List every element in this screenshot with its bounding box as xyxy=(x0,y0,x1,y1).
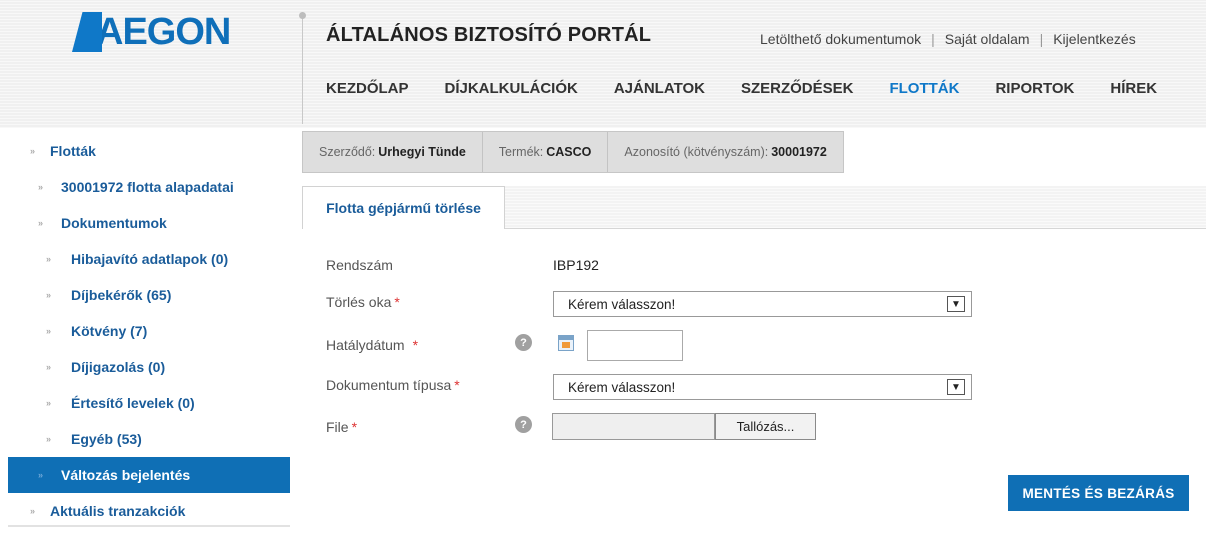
product-label: Termék: xyxy=(498,145,544,159)
required-marker: * xyxy=(412,337,419,353)
sidebar-item-label: 30001972 flotta alapadatai xyxy=(61,179,234,195)
sidebar-item-label: Egyéb (53) xyxy=(71,431,142,447)
sidebar-bottom-divider xyxy=(8,525,290,527)
double-chevron-right-icon: » xyxy=(30,146,36,156)
browse-button[interactable]: Tallózás... xyxy=(715,413,816,440)
sidebar-item-documents[interactable]: » Dokumentumok xyxy=(8,205,290,241)
double-chevron-right-icon: » xyxy=(46,362,52,372)
header-divider-dot xyxy=(299,12,306,19)
contract-info-bar: Szerződő: Urhegyi Tünde Termék: CASCO Azon… xyxy=(302,131,844,173)
top-links: Letölthető dokumentumok | Saját oldalam | Ki… xyxy=(760,31,1136,47)
help-question-icon[interactable]: ? xyxy=(515,334,532,351)
save-and-close-button[interactable]: MENTÉS ÉS BEZÁRÁS xyxy=(1008,475,1189,511)
sidebar-item-premium-requests[interactable]: » Díjbekérők (65) xyxy=(8,277,290,313)
deletion-reason-select[interactable]: Kérem válasszon! ▼ xyxy=(553,291,972,317)
required-marker: * xyxy=(351,419,358,435)
sidebar-item-fleet-basic-data[interactable]: » 30001972 flotta alapadatai xyxy=(8,169,290,205)
link-my-page[interactable]: Saját oldalam xyxy=(945,31,1030,47)
sidebar-item-policy[interactable]: » Kötvény (7) xyxy=(8,313,290,349)
plate-label: Rendszám xyxy=(326,257,393,273)
document-type-select[interactable]: Kérem válasszon! ▼ xyxy=(553,374,972,400)
nav-reports[interactable]: RIPORTOK xyxy=(995,80,1074,97)
nav-premium-calculations[interactable]: DÍJKALKULÁCIÓK xyxy=(445,80,578,97)
effective-date-input[interactable] xyxy=(587,330,683,361)
deletion-reason-label-text: Törlés oka xyxy=(326,294,392,310)
nav-offers[interactable]: AJÁNLATOK xyxy=(614,80,705,97)
logo-mark-icon xyxy=(72,12,102,52)
sidebar-item-label: Flották xyxy=(50,143,96,159)
sidebar-item-premium-certificates[interactable]: » Díjigazolás (0) xyxy=(8,349,290,385)
sidebar-item-label: Kötvény (7) xyxy=(71,323,148,339)
product-value: CASCO xyxy=(546,145,592,159)
logo-text: AEGON xyxy=(96,11,231,53)
effective-date-label: Hatálydátum * xyxy=(326,337,418,353)
sidebar-item-label: Aktuális tranzakciók xyxy=(50,503,186,519)
sidebar-item-current-transactions[interactable]: » Aktuális tranzakciók xyxy=(8,493,290,529)
nav-news[interactable]: HÍREK xyxy=(1110,80,1157,97)
link-downloadable-documents[interactable]: Letölthető dokumentumok xyxy=(760,31,921,47)
link-logout[interactable]: Kijelentkezés xyxy=(1053,31,1136,47)
sidebar-item-label: Díjbekérők (65) xyxy=(71,287,172,303)
double-chevron-right-icon: » xyxy=(46,326,52,336)
nav-home[interactable]: KEZDŐLAP xyxy=(326,80,409,97)
chevron-down-icon[interactable]: ▼ xyxy=(947,296,965,312)
sidebar-item-change-notification[interactable]: » Változás bejelentés xyxy=(8,457,290,493)
document-type-label: Dokumentum típusa * xyxy=(326,377,460,393)
required-marker: * xyxy=(454,377,460,393)
file-label-text: File xyxy=(326,419,349,435)
deletion-reason-selected: Kérem válasszon! xyxy=(568,296,676,312)
sidebar-item-label: Hibajavító adatlapok (0) xyxy=(71,251,229,267)
sidebar-item-label: Díjigazolás (0) xyxy=(71,359,166,375)
file-path-input[interactable] xyxy=(552,413,715,440)
policy-id-cell: Azonosító (kötvényszám): 30001972 xyxy=(608,132,842,172)
required-marker: * xyxy=(394,294,400,310)
double-chevron-right-icon: » xyxy=(46,398,52,408)
contractor-cell: Szerződő: Urhegyi Tünde xyxy=(303,132,483,172)
double-chevron-right-icon: » xyxy=(38,470,44,480)
contractor-value: Urhegyi Tünde xyxy=(378,145,466,159)
product-cell: Termék: CASCO xyxy=(483,132,609,172)
sidebar-item-repair-sheets[interactable]: » Hibajavító adatlapok (0) xyxy=(8,241,290,277)
sidebar-item-notification-letters[interactable]: » Értesítő levelek (0) xyxy=(8,385,290,421)
help-question-icon[interactable]: ? xyxy=(515,416,532,433)
double-chevron-right-icon: » xyxy=(46,434,52,444)
header-divider xyxy=(302,12,303,124)
main-nav: KEZDŐLAP DÍJKALKULÁCIÓK AJÁNLATOK SZERZŐ… xyxy=(326,80,1157,97)
plate-value: IBP192 xyxy=(553,257,599,273)
policy-id-value: 30001972 xyxy=(771,145,827,159)
sidebar-item-other[interactable]: » Egyéb (53) xyxy=(8,421,290,457)
aegon-logo[interactable]: AEGON xyxy=(72,10,231,54)
sidebar: » Flották » 30001972 flotta alapadatai » Do… xyxy=(8,133,290,529)
nav-fleets[interactable]: FLOTTÁK xyxy=(889,80,959,97)
sidebar-item-label: Dokumentumok xyxy=(61,215,167,231)
sidebar-item-fleets[interactable]: » Flották xyxy=(8,133,290,169)
calendar-icon[interactable] xyxy=(558,335,574,351)
deletion-reason-label: Törlés oka * xyxy=(326,294,400,310)
effective-date-label-text: Hatálydátum xyxy=(326,337,405,353)
tab-fleet-vehicle-deletion[interactable]: Flotta gépjármű törlése xyxy=(302,186,505,229)
sidebar-item-label: Változás bejelentés xyxy=(61,467,191,483)
file-label: File * xyxy=(326,419,357,435)
double-chevron-right-icon: » xyxy=(46,254,52,264)
document-type-label-text: Dokumentum típusa xyxy=(326,377,452,393)
sidebar-item-label: Értesítő levelek (0) xyxy=(71,395,195,411)
separator: | xyxy=(1039,31,1044,47)
nav-contracts[interactable]: SZERZŐDÉSEK xyxy=(741,80,854,97)
double-chevron-right-icon: » xyxy=(46,290,52,300)
portal-title: ÁLTALÁNOS BIZTOSÍTÓ PORTÁL xyxy=(326,24,652,46)
contractor-label: Szerződő: xyxy=(319,145,376,159)
chevron-down-icon[interactable]: ▼ xyxy=(947,379,965,395)
double-chevron-right-icon: » xyxy=(38,182,44,192)
policy-id-label: Azonosító (kötvényszám): xyxy=(624,145,769,159)
document-type-selected: Kérem válasszon! xyxy=(568,379,676,395)
double-chevron-right-icon: » xyxy=(38,218,44,228)
double-chevron-right-icon: » xyxy=(30,506,36,516)
separator: | xyxy=(931,31,935,47)
